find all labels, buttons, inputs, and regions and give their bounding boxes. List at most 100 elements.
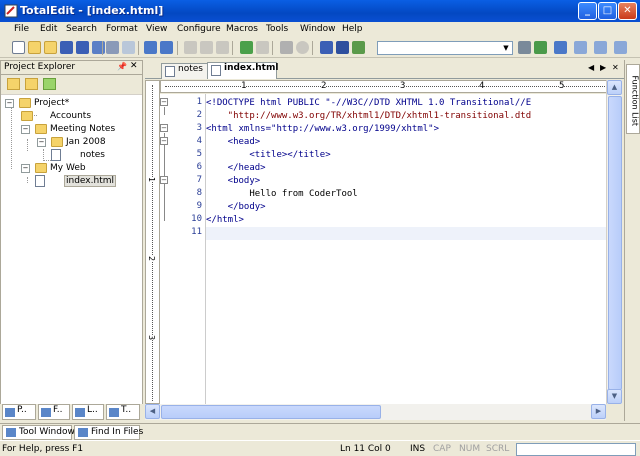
file-icon [51,149,61,161]
replace-icon[interactable] [534,41,547,54]
function-list-tab[interactable]: Function List [626,64,640,134]
code-line[interactable]: </head> [206,162,606,175]
tab-scroll-left-icon[interactable]: ◀ [588,63,594,72]
explorer-toolbar [1,75,142,95]
file-icon [211,65,221,76]
fold-toggle[interactable]: − [160,98,168,106]
find-icon[interactable] [518,41,531,54]
vertical-scrollbar[interactable]: ▲ ▼ [606,80,622,404]
open-project-icon[interactable] [44,41,57,54]
folder-icon [35,163,47,173]
tab-tags[interactable]: T.. [106,404,140,420]
folder-icon [51,137,63,147]
tab-scroll-right-icon[interactable]: ▶ [600,63,606,72]
close-icon[interactable]: ✕ [130,61,138,71]
save-icon[interactable] [60,41,73,54]
cut-icon[interactable] [184,41,197,54]
save-all-icon[interactable] [76,41,89,54]
menu-tools[interactable]: Tools [266,24,288,34]
scroll-left-icon[interactable]: ◀ [145,404,160,419]
print-icon[interactable] [106,41,119,54]
scroll-thumb[interactable] [608,96,622,390]
code-line[interactable]: <body> [206,175,606,188]
code-editor[interactable]: <!DOCTYPE html PUBLIC "-//W3C//DTD XHTML… [206,94,606,404]
code-line[interactable]: <!DOCTYPE html PUBLIC "-//W3C//DTD XHTML… [206,97,606,110]
horizontal-ruler: 1 2 3 4 5 [160,80,607,93]
add-file-icon[interactable] [43,78,56,90]
copy-icon[interactable] [200,41,213,54]
pin-icon[interactable]: 📌 [117,62,127,71]
fold-toggle[interactable]: − [160,124,168,132]
code-line[interactable]: <head> [206,136,606,149]
menu-format[interactable]: Format [106,24,138,34]
scroll-thumb[interactable] [161,405,381,419]
title-bar: TotalEdit - [index.html] _ □ ✕ [0,0,640,22]
tab-tool-window[interactable]: Tool Window [2,425,75,440]
menu-edit[interactable]: Edit [40,24,57,34]
insert-icon[interactable] [240,41,253,54]
new-project-icon[interactable] [7,78,20,90]
tab-files[interactable]: F.. [38,404,70,420]
menu-configure[interactable]: Configure [177,24,221,34]
image-icon[interactable] [352,41,365,54]
code-line[interactable]: </html> [206,214,606,227]
current-code-line[interactable] [206,227,606,240]
tab-index-html[interactable]: index.html [207,62,278,79]
tab-find-in-files[interactable]: Find In Files [74,425,143,440]
print-preview-icon[interactable] [122,41,135,54]
tab-notes[interactable]: notes [161,63,209,79]
menu-search[interactable]: Search [66,24,97,34]
code-line[interactable]: <html xmlns="http://www.w3.org/1999/xhtm… [206,123,606,136]
chevron-down-icon[interactable]: ▼ [501,43,511,53]
status-position: Ln 11 Col 0 [340,444,391,454]
stop-icon[interactable] [296,41,309,54]
find-in-files-icon [78,428,88,437]
list-icon[interactable] [614,41,627,54]
columns-icon[interactable] [594,41,607,54]
open-folder-icon[interactable] [28,41,41,54]
new-file-icon[interactable] [12,41,25,54]
code-line[interactable]: </body> [206,201,606,214]
status-progress-box [516,443,636,456]
font-icon[interactable] [336,41,349,54]
tab-projects[interactable]: P.. [2,404,36,420]
explorer-bottom-tabs: P.. F.. L.. T.. [0,404,143,421]
minimize-button[interactable]: _ [578,2,597,20]
redo-icon[interactable] [160,41,173,54]
view-icon[interactable] [554,41,567,54]
scroll-up-icon[interactable]: ▲ [607,80,622,95]
add-folder-icon[interactable] [25,78,38,90]
paste-icon[interactable] [216,41,229,54]
save-project-icon[interactable] [92,41,105,54]
tool-window-bar: Tool Window Find In Files [0,423,640,440]
undo-icon[interactable] [144,41,157,54]
code-line[interactable]: "http://www.w3.org/TR/xhtml1/DTD/xhtml1-… [206,110,606,123]
menu-window[interactable]: Window [300,24,336,34]
status-scrl: SCRL [486,444,510,454]
status-ins: INS [410,444,426,454]
menu-file[interactable]: File [14,24,29,34]
tab-library[interactable]: L.. [72,404,104,420]
menu-help[interactable]: Help [342,24,363,34]
scroll-down-icon[interactable]: ▼ [607,389,622,404]
maximize-button[interactable]: □ [598,2,617,20]
file-icon [35,175,45,187]
status-bar: For Help, press F1 Ln 11 Col 0 INS CAP N… [0,440,640,456]
scroll-right-icon[interactable]: ▶ [591,404,606,419]
menu-macros[interactable]: Macros [226,24,258,34]
code-line[interactable]: Hello from CoderTool [206,188,606,201]
delete-icon[interactable] [256,41,269,54]
project-explorer: Project Explorer 📌 ✕ − Project* Accounts… [0,60,143,421]
tab-close-icon[interactable]: ✕ [612,63,619,72]
check-icon[interactable] [320,41,333,54]
close-button[interactable]: ✕ [618,2,637,20]
explorer-header: Project Explorer 📌 ✕ [1,61,142,75]
menu-view[interactable]: View [146,24,167,34]
fold-toggle[interactable]: − [160,176,168,184]
toolbar-combo[interactable]: ▼ [377,41,513,55]
fold-toggle[interactable]: − [160,137,168,145]
horizontal-scrollbar[interactable]: ◀ ▶ [145,404,606,420]
code-line[interactable]: <title></title> [206,149,606,162]
tools-icon[interactable] [280,41,293,54]
layout-icon[interactable] [574,41,587,54]
